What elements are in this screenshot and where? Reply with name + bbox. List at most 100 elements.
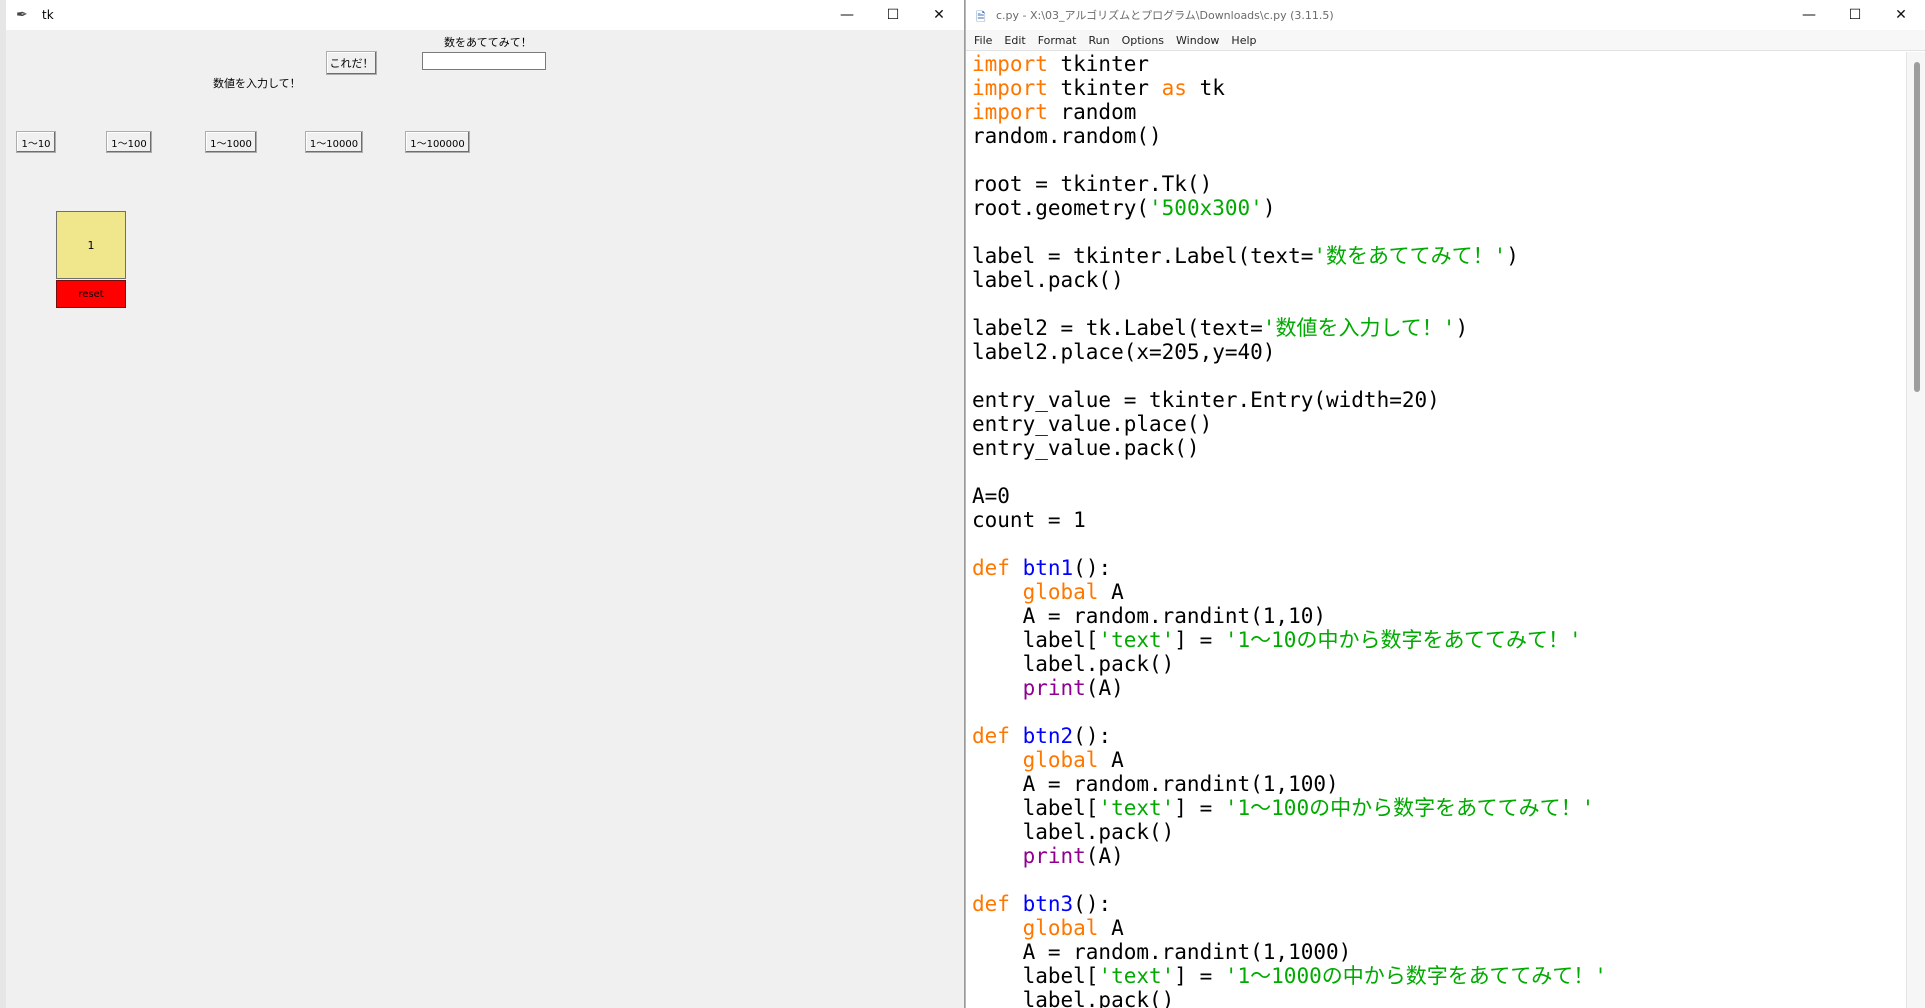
close-icon[interactable]: ✕ bbox=[916, 0, 962, 30]
code-line: entry_value.place() bbox=[972, 412, 1903, 436]
menu-file[interactable]: File bbox=[974, 34, 992, 47]
code-token: A bbox=[1098, 916, 1124, 940]
scrollbar-thumb[interactable] bbox=[1914, 62, 1920, 392]
code-token: label.pack() bbox=[972, 988, 1175, 1008]
code-editor[interactable]: import tkinter import tkinter as tk import… bbox=[972, 52, 1903, 1008]
code-token: label2.place(x=205,y=40) bbox=[972, 340, 1276, 364]
code-token: (): bbox=[1073, 892, 1112, 916]
maximize-icon[interactable]: ☐ bbox=[870, 0, 916, 30]
code-token: 'text' bbox=[1098, 964, 1175, 988]
code-line: print(A) bbox=[972, 844, 1903, 868]
code-token: '数値を入力して！' bbox=[1262, 316, 1456, 340]
code-line: import tkinter as tk bbox=[972, 76, 1903, 100]
code-token: A bbox=[1098, 580, 1124, 604]
count-display: 1 bbox=[56, 211, 126, 279]
idle-titlebar[interactable]: 🗎 c.py - X:\03_アルゴリズムとプログラム\Downloads\c.… bbox=[966, 0, 1925, 30]
code-token: (A) bbox=[1085, 844, 1124, 868]
code-line: global A bbox=[972, 748, 1903, 772]
code-token: ) bbox=[1506, 244, 1519, 268]
menu-run[interactable]: Run bbox=[1089, 34, 1110, 47]
code-line: entry_value.pack() bbox=[972, 436, 1903, 460]
tk-titlebar[interactable]: ✒ tk — ☐ ✕ bbox=[6, 0, 964, 30]
menu-options[interactable]: Options bbox=[1122, 34, 1164, 47]
code-token: (): bbox=[1073, 724, 1112, 748]
menu-window[interactable]: Window bbox=[1176, 34, 1219, 47]
menu-format[interactable]: Format bbox=[1038, 34, 1077, 47]
guess-entry[interactable] bbox=[422, 52, 546, 70]
python-file-icon: 🗎 bbox=[976, 10, 986, 24]
code-token: import bbox=[972, 52, 1048, 76]
range-1-100000-button[interactable]: 1〜100000 bbox=[405, 131, 470, 153]
code-token: (A) bbox=[1085, 676, 1124, 700]
code-token: ] = bbox=[1174, 796, 1225, 820]
code-line: label['text'] = '1〜10の中から数字をあててみて！' bbox=[972, 628, 1903, 652]
code-token: ) bbox=[1262, 196, 1276, 220]
code-token: as bbox=[1161, 76, 1187, 100]
vertical-scrollbar[interactable] bbox=[1906, 52, 1925, 1008]
code-token: label[ bbox=[972, 796, 1099, 820]
code-token: A=0 bbox=[972, 484, 1010, 508]
code-line: global A bbox=[972, 580, 1903, 604]
code-token: btn2 bbox=[1022, 724, 1074, 748]
range-1-10000-button[interactable]: 1〜10000 bbox=[305, 131, 363, 153]
code-token: label[ bbox=[972, 964, 1099, 988]
code-token: def bbox=[972, 556, 1010, 580]
range-1-100-button[interactable]: 1〜100 bbox=[106, 131, 152, 153]
code-token: label.pack() bbox=[972, 820, 1175, 844]
code-token: '500x300' bbox=[1149, 196, 1263, 220]
code-line: random.random() bbox=[972, 124, 1903, 148]
tk-window: ✒ tk — ☐ ✕ 数をあててみて！ これだ！ 数値を入力して！ 1〜10 1… bbox=[0, 0, 965, 1008]
code-token: print bbox=[1022, 676, 1086, 700]
range-1-1000-button[interactable]: 1〜1000 bbox=[205, 131, 257, 153]
code-token: def bbox=[972, 724, 1010, 748]
code-token: ] = bbox=[1174, 964, 1225, 988]
code-line: root = tkinter.Tk() bbox=[972, 172, 1903, 196]
submit-guess-button[interactable]: これだ！ bbox=[326, 51, 377, 75]
code-token: btn1 bbox=[1022, 556, 1074, 580]
code-token: count = 1 bbox=[972, 508, 1086, 532]
code-token: root = tkinter.Tk() bbox=[972, 172, 1213, 196]
minimize-icon[interactable]: — bbox=[824, 0, 870, 30]
code-token: global bbox=[1022, 748, 1099, 772]
code-token: btn3 bbox=[1022, 892, 1074, 916]
menu-help[interactable]: Help bbox=[1231, 34, 1256, 47]
code-line: def btn1(): bbox=[972, 556, 1903, 580]
feather-icon: ✒ bbox=[16, 7, 28, 23]
code-token: entry_value.place() bbox=[972, 412, 1213, 436]
code-token: print bbox=[1022, 844, 1086, 868]
code-line: import random bbox=[972, 100, 1903, 124]
code-line: A = random.randint(1,10) bbox=[972, 604, 1903, 628]
idle-close-icon[interactable]: ✕ bbox=[1878, 0, 1924, 30]
range-1-10-button[interactable]: 1〜10 bbox=[16, 131, 56, 153]
code-token: A bbox=[1098, 748, 1124, 772]
code-token: '1〜100の中から数字をあててみて！' bbox=[1224, 796, 1595, 820]
tk-window-title: tk bbox=[42, 8, 54, 22]
idle-maximize-icon[interactable]: ☐ bbox=[1832, 0, 1878, 30]
guess-prompt-label: 数をあててみて！ bbox=[444, 36, 532, 49]
code-token: root.geometry( bbox=[972, 196, 1150, 220]
code-token: ) bbox=[1455, 316, 1469, 340]
code-line: label['text'] = '1〜100の中から数字をあててみて！' bbox=[972, 796, 1903, 820]
reset-button[interactable]: reset bbox=[56, 280, 126, 308]
code-token: global bbox=[1022, 916, 1099, 940]
code-token: import bbox=[972, 100, 1048, 124]
code-line: import tkinter bbox=[972, 52, 1903, 76]
code-line: label.pack() bbox=[972, 820, 1903, 844]
menu-edit[interactable]: Edit bbox=[1004, 34, 1025, 47]
code-line: label.pack() bbox=[972, 268, 1903, 292]
code-line: def btn2(): bbox=[972, 724, 1903, 748]
code-line: A=0 bbox=[972, 484, 1903, 508]
idle-minimize-icon[interactable]: — bbox=[1786, 0, 1832, 30]
code-token: label = tkinter.Label(text= bbox=[972, 244, 1314, 268]
